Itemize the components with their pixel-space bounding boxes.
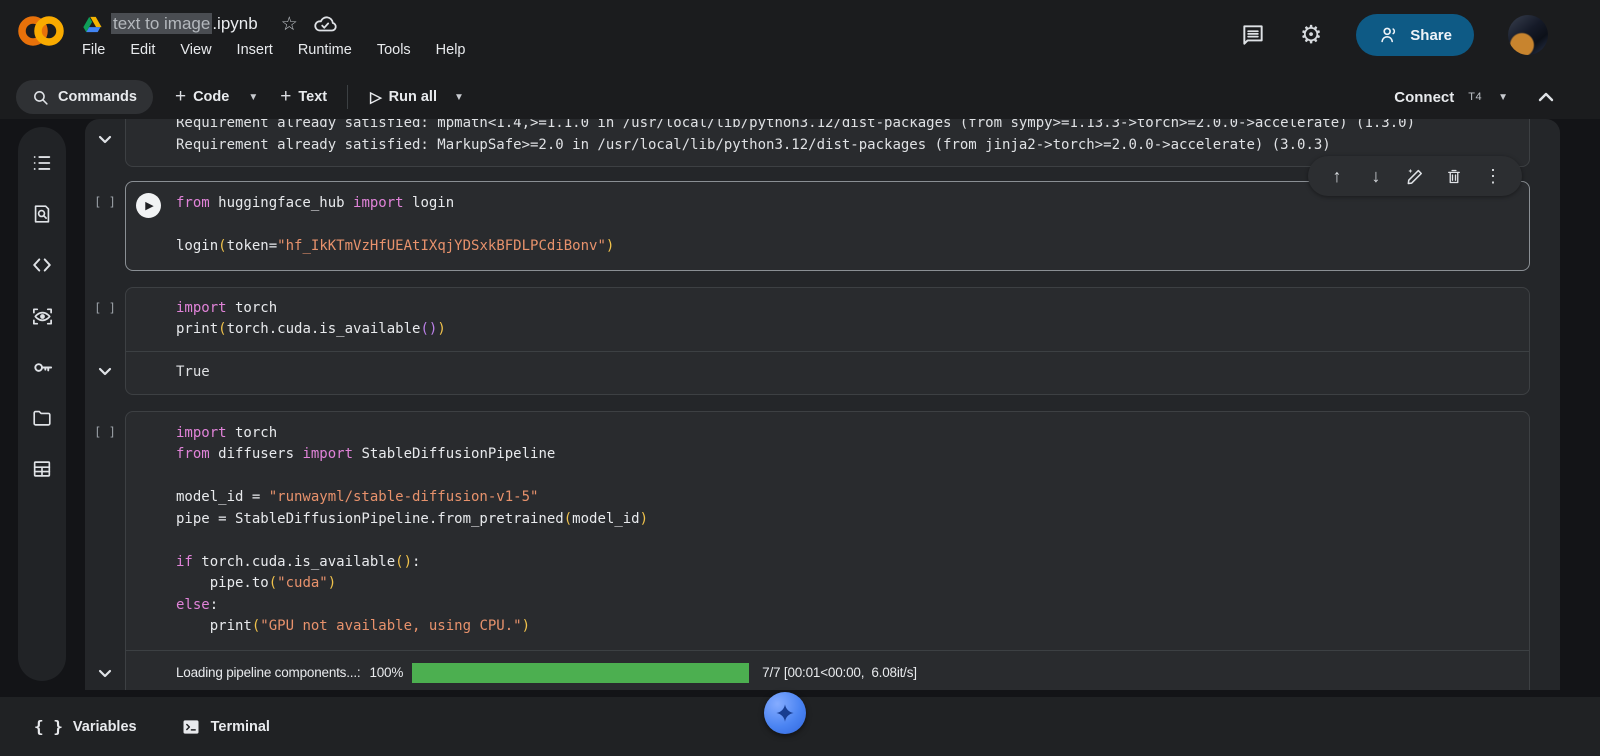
braces-icon: { } <box>34 717 63 736</box>
menu-file[interactable]: File <box>82 42 105 58</box>
connect-button[interactable]: Connect <box>1394 89 1454 106</box>
run-cell-button[interactable]: ▶ <box>136 193 161 218</box>
progress-bar <box>412 663 749 683</box>
notebook-title[interactable]: text to image.ipynb <box>111 14 258 34</box>
variables-button[interactable]: { } Variables <box>34 717 137 736</box>
code-editor[interactable]: from huggingface_hub import login login(… <box>126 182 1529 270</box>
cell-toolbar: ↑ ↓ ⋮ <box>1308 156 1522 196</box>
files-folder-icon[interactable] <box>30 406 54 430</box>
progress-bar-fill <box>412 663 749 683</box>
add-text-button[interactable]: + Text <box>280 86 327 108</box>
ai-edit-icon[interactable] <box>1402 163 1428 189</box>
commands-button[interactable]: Commands <box>16 80 153 114</box>
execution-indicator[interactable]: [ ] <box>94 301 116 315</box>
comment-icon[interactable] <box>1240 22 1266 48</box>
notebook-main: Requirement already satisfied: mpmath<1.… <box>0 119 1600 690</box>
progress-label: Loading pipeline components...: <box>176 665 360 680</box>
collapse-output-icon[interactable] <box>98 665 112 683</box>
chevron-down-icon[interactable]: ▼ <box>248 92 258 103</box>
gemini-spark-icon <box>774 702 796 724</box>
eye-scan-icon[interactable] <box>30 304 54 328</box>
menu-edit[interactable]: Edit <box>130 42 155 58</box>
terminal-button[interactable]: Terminal <box>181 717 270 737</box>
share-label: Share <box>1410 27 1452 44</box>
menu-tools[interactable]: Tools <box>377 42 411 58</box>
left-icon-rail <box>18 127 66 681</box>
progress-percent: 100% <box>369 665 403 680</box>
code-cell-cuda-check: import torchprint(torch.cuda.is_availabl… <box>125 287 1530 395</box>
notebook-title-ext: .ipynb <box>212 14 257 33</box>
notebook-toolbar: Commands + Code ▼ + Text ▷ Run all ▼ Con… <box>0 75 1600 119</box>
collapse-output-icon[interactable] <box>98 131 112 149</box>
code-cell-row: [ ] import torchprint(torch.cuda.is_avai… <box>85 287 1560 395</box>
plus-icon: + <box>175 86 186 108</box>
notebook-panel: Requirement already satisfied: mpmath<1.… <box>85 119 1560 690</box>
terminal-icon <box>181 717 201 737</box>
terminal-label: Terminal <box>211 719 270 735</box>
avatar[interactable] <box>1508 15 1548 55</box>
run-all-icon: ▷ <box>370 88 382 106</box>
header: text to image.ipynb ☆ File Edit View Ins… <box>0 0 1600 75</box>
cell-output: True <box>126 352 1529 394</box>
settings-gear-icon[interactable]: ⚙ <box>1300 23 1322 48</box>
run-all-button[interactable]: ▷ Run all ▼ <box>370 88 464 106</box>
code-cell-pipeline-load: import torchfrom diffusers import Stable… <box>125 411 1530 691</box>
run-all-label: Run all <box>389 89 437 105</box>
colab-logo[interactable] <box>16 13 66 49</box>
share-button[interactable]: Share <box>1356 14 1474 56</box>
commands-label: Commands <box>58 89 137 105</box>
table-of-contents-icon[interactable] <box>30 151 54 175</box>
execution-indicator[interactable]: [ ] <box>94 195 116 209</box>
search-icon <box>32 89 49 106</box>
move-cell-down-icon[interactable]: ↓ <box>1363 163 1389 189</box>
find-replace-icon[interactable] <box>30 202 54 226</box>
menu-runtime[interactable]: Runtime <box>298 42 352 58</box>
accelerator-badge: T4 <box>1468 91 1482 103</box>
secrets-key-icon[interactable] <box>30 355 54 379</box>
tqdm-progress-output: Loading pipeline components...: 100% 7/7… <box>126 651 1529 691</box>
output-text: True <box>176 361 1513 383</box>
chevron-down-icon[interactable]: ▼ <box>1498 92 1508 103</box>
pip-output-text: Requirement already satisfied: mpmath<1.… <box>176 119 1517 156</box>
plus-icon: + <box>280 86 291 108</box>
toolbar-divider <box>347 85 348 109</box>
menubar: File Edit View Insert Runtime Tools Help <box>82 42 466 58</box>
chevron-down-icon[interactable]: ▼ <box>454 92 464 103</box>
move-cell-up-icon[interactable]: ↑ <box>1324 163 1350 189</box>
code-editor[interactable]: import torchprint(torch.cuda.is_availabl… <box>126 288 1529 351</box>
collapse-header-icon[interactable] <box>1538 92 1554 102</box>
menu-view[interactable]: View <box>180 42 211 58</box>
code-editor[interactable]: import torchfrom diffusers import Stable… <box>126 412 1529 650</box>
progress-counter: 7/7 [00:01<00:00, 6.08it/s] <box>762 665 917 680</box>
cloud-check-icon <box>313 12 337 36</box>
data-table-icon[interactable] <box>30 457 54 481</box>
add-code-button[interactable]: + Code ▼ <box>175 86 258 108</box>
add-text-label: Text <box>298 89 327 105</box>
code-cell-row: [ ] import torchfrom diffusers import St… <box>85 411 1560 691</box>
collapse-output-icon[interactable] <box>98 363 112 381</box>
drive-icon <box>82 14 102 34</box>
star-icon[interactable]: ☆ <box>281 15 298 34</box>
menu-help[interactable]: Help <box>436 42 466 58</box>
variables-label: Variables <box>73 719 137 735</box>
add-code-label: Code <box>193 89 229 105</box>
more-vert-icon[interactable]: ⋮ <box>1480 163 1506 189</box>
delete-cell-icon[interactable] <box>1441 163 1467 189</box>
gemini-spark-button[interactable] <box>764 692 806 734</box>
execution-indicator[interactable]: [ ] <box>94 425 116 439</box>
menu-insert[interactable]: Insert <box>237 42 273 58</box>
notebook-title-selected[interactable]: text to image <box>111 13 212 34</box>
code-snippets-icon[interactable] <box>30 253 54 277</box>
